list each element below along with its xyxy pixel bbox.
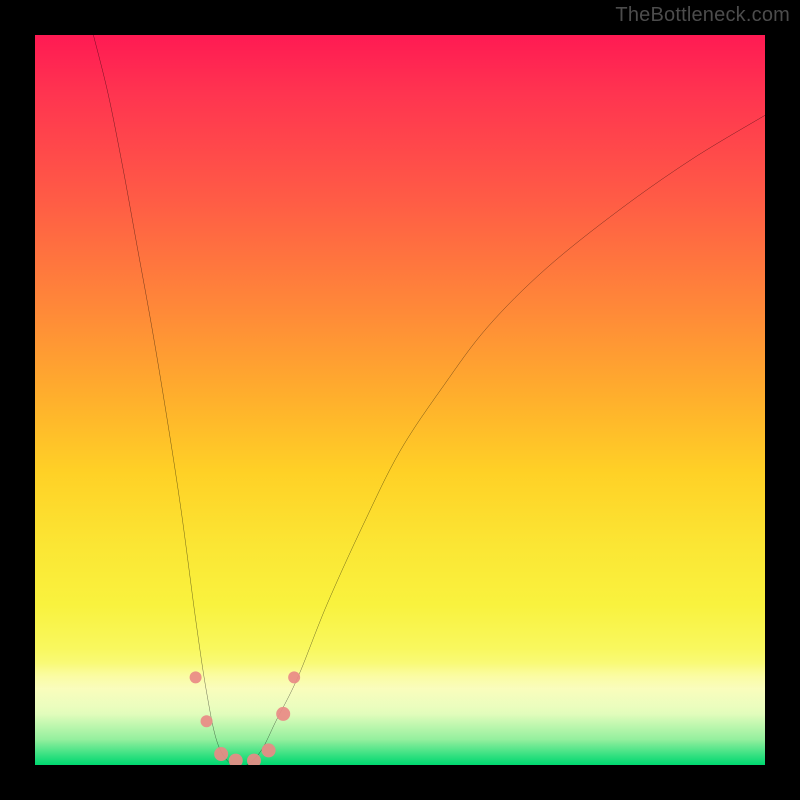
- marker-valley-right: [262, 743, 276, 757]
- bottleneck-curve: [93, 35, 765, 765]
- marker-right-upper-hint: [288, 671, 300, 683]
- marker-valley-left: [214, 747, 228, 761]
- plot-area: [35, 35, 765, 765]
- marker-right-mid-hint: [276, 707, 290, 721]
- outer-frame: TheBottleneck.com: [0, 0, 800, 800]
- marker-valley-mid-2: [247, 754, 261, 765]
- marker-left-upper-hint: [190, 671, 202, 683]
- marker-left-mid-hint: [201, 715, 213, 727]
- watermark-text: TheBottleneck.com: [615, 4, 790, 27]
- chart-svg: [35, 35, 765, 765]
- curve-markers: [190, 671, 301, 765]
- marker-valley-mid-1: [229, 754, 243, 765]
- curve-group: [93, 35, 765, 765]
